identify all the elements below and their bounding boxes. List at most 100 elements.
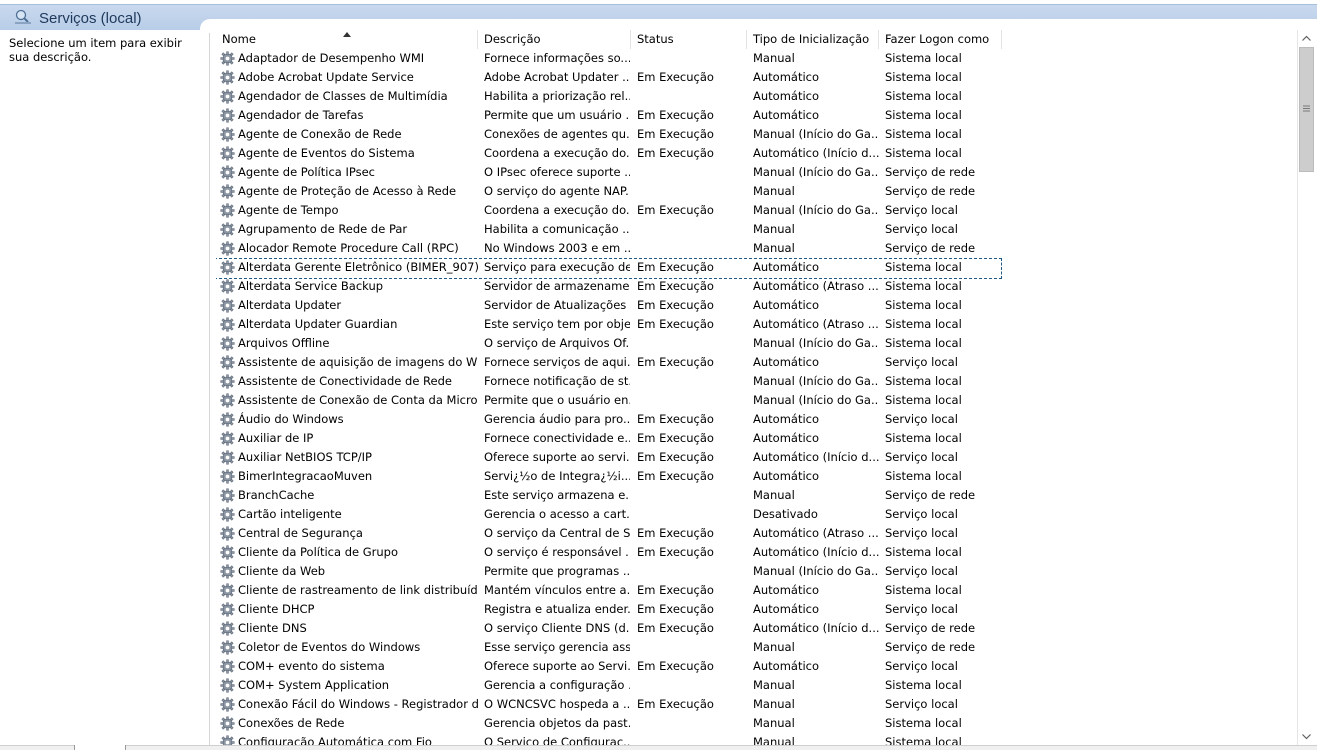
cell-description: Permite que programas ... — [484, 564, 630, 578]
cell-name: Assistente de Conectividade de Rede — [238, 374, 452, 388]
cell-description: Servi¿½o de Integra¿½i... — [484, 469, 630, 483]
cell-status: Em Execução — [637, 108, 714, 122]
cell-name: Assistente de aquisição de imagens do Wi… — [238, 355, 478, 369]
cell-status — [637, 220, 747, 239]
table-row[interactable]: Conexões de Rede Gerencia objetos da past… — [216, 714, 1297, 733]
table-row[interactable]: Cartão inteligente Gerencia o acesso a ca… — [216, 505, 1297, 524]
cell-description: Coordena a execução do... — [484, 203, 630, 217]
cell-name: Conexões de Rede — [238, 716, 345, 730]
cell-name: Assistente de Conexão de Conta da Micros… — [238, 393, 478, 407]
cell-logon-as: Sistema local — [885, 431, 962, 445]
cell-name: Agente de Proteção de Acesso à Rede — [238, 184, 457, 198]
cell-description: Gerencia o acesso a cart... — [484, 507, 630, 521]
column-header-startup-type[interactable]: Tipo de Inicialização — [747, 30, 879, 49]
table-row-focused[interactable]: Alterdata Gerente Eletrônico (BIMER_907)… — [216, 258, 1297, 279]
service-gear-icon — [220, 412, 235, 427]
table-row[interactable]: Alterdata Updater Servidor de Atualizaçõe… — [216, 296, 1297, 315]
scroll-down-arrow-icon[interactable] — [1298, 728, 1315, 745]
cell-logon-as: Serviço local — [885, 526, 958, 540]
service-gear-icon — [220, 393, 235, 408]
cell-description: Habilita a priorização rel... — [484, 89, 630, 103]
service-gear-icon — [220, 526, 235, 541]
cell-name: Alterdata Gerente Eletrônico (BIMER_907) — [238, 260, 478, 274]
table-row[interactable]: Agente de Proteção de Acesso à Rede O ser… — [216, 182, 1297, 201]
cell-name: Agente de Eventos do Sistema — [238, 146, 415, 160]
column-header-description[interactable]: Descrição — [478, 30, 631, 49]
cell-status: Em Execução — [637, 583, 714, 597]
cell-description: O IPsec oferece suporte ... — [484, 165, 630, 179]
table-row[interactable]: Assistente de Conexão de Conta da Micros… — [216, 391, 1297, 410]
scroll-up-arrow-icon[interactable] — [1298, 30, 1315, 47]
cell-name: Adaptador de Desempenho WMI — [238, 51, 425, 65]
table-row[interactable]: Agendador de Tarefas Permite que um usuár… — [216, 106, 1297, 125]
service-gear-icon — [220, 70, 235, 85]
column-header-logon-as[interactable]: Fazer Logon como — [879, 30, 1002, 49]
cell-name: Coletor de Eventos do Windows — [238, 640, 421, 654]
table-row[interactable]: Arquivos Offline O serviço de Arquivos Of… — [216, 334, 1297, 353]
table-row[interactable]: Cliente da Política de Grupo O serviço é … — [216, 543, 1297, 562]
table-row[interactable]: Configuração Automática com Fio O Serviço… — [216, 733, 1297, 745]
table-row[interactable]: Coletor de Eventos do Windows Esse serviç… — [216, 638, 1297, 657]
cell-logon-as: Serviço local — [885, 412, 958, 426]
cell-name: Cliente de rastreamento de link distribu… — [238, 583, 478, 597]
table-row[interactable]: Central de Segurança O serviço da Central… — [216, 524, 1297, 543]
cell-description: Habilita a comunicação ... — [484, 222, 630, 236]
table-row[interactable]: Agente de Eventos do Sistema Coordena a e… — [216, 144, 1297, 163]
table-row[interactable]: Áudio do Windows Gerencia áudio para pro.… — [216, 410, 1297, 429]
table-row[interactable]: Assistente de aquisição de imagens do Wi… — [216, 353, 1297, 372]
table-row[interactable]: BranchCache Este serviço armazena e... Man… — [216, 486, 1297, 505]
table-row[interactable]: Cliente da Web Permite que programas ... M… — [216, 562, 1297, 581]
cell-startup-type: Manual (Início do Ga... — [753, 165, 879, 179]
bottom-tab[interactable] — [74, 745, 126, 750]
cell-startup-type: Automático (Atraso ... — [753, 279, 879, 293]
table-row[interactable]: Alterdata Service Backup Servidor de arma… — [216, 277, 1297, 296]
cell-startup-type: Manual — [753, 678, 795, 692]
cell-name: Cliente DNS — [238, 621, 307, 635]
cell-name: Alterdata Service Backup — [238, 279, 384, 293]
table-row[interactable]: Adobe Acrobat Update Service Adobe Acroba… — [216, 68, 1297, 87]
cell-startup-type: Manual (Início do Ga... — [753, 336, 879, 350]
cell-name: Arquivos Offline — [238, 336, 330, 350]
services-list[interactable]: Nome Descrição Status Tipo de Inicializa… — [216, 30, 1297, 745]
table-row[interactable]: Adaptador de Desempenho WMI Fornece infor… — [216, 49, 1297, 68]
cell-name: Conexão Fácil do Windows - Registrador d… — [238, 697, 478, 711]
table-row[interactable]: Agendador de Classes de Multimídia Habili… — [216, 87, 1297, 106]
table-row[interactable]: Auxiliar NetBIOS TCP/IP Oferece suporte a… — [216, 448, 1297, 467]
service-gear-icon — [220, 355, 235, 370]
cell-status — [637, 182, 747, 201]
table-row[interactable]: Conexão Fácil do Windows - Registrador d… — [216, 695, 1297, 714]
cell-logon-as: Sistema local — [885, 51, 962, 65]
table-row[interactable]: Alocador Remote Procedure Call (RPC) No W… — [216, 239, 1297, 258]
service-gear-icon — [220, 488, 235, 503]
cell-startup-type: Manual — [753, 640, 795, 654]
column-header-status[interactable]: Status — [631, 30, 747, 49]
table-row[interactable]: COM+ evento do sistema Oferece suporte ao… — [216, 657, 1297, 676]
column-header-label: Descrição — [484, 32, 541, 46]
cell-description: Oferece suporte ao servi... — [484, 450, 630, 464]
cell-description: Serviço para execução de... — [484, 260, 630, 274]
service-gear-icon — [220, 469, 235, 484]
scrollbar-thumb[interactable] — [1299, 47, 1314, 172]
cell-status: Em Execução — [637, 431, 714, 445]
table-row[interactable]: Cliente DHCP Registra e atualiza ender...… — [216, 600, 1297, 619]
cell-logon-as: Serviço local — [885, 355, 958, 369]
table-row[interactable]: Alterdata Updater Guardian Este serviço t… — [216, 315, 1297, 334]
cell-description: Mantém vínculos entre a... — [484, 583, 630, 597]
table-row[interactable]: BimerIntegracaoMuven Servi¿½o de Integra¿… — [216, 467, 1297, 486]
table-row[interactable]: Auxiliar de IP Fornece conectividade e...… — [216, 429, 1297, 448]
table-row[interactable]: Assistente de Conectividade de Rede Forne… — [216, 372, 1297, 391]
table-row[interactable]: Cliente de rastreamento de link distribu… — [216, 581, 1297, 600]
service-gear-icon — [220, 507, 235, 522]
column-header-name[interactable]: Nome — [216, 30, 478, 49]
table-row[interactable]: Cliente DNS O serviço Cliente DNS (d... Em… — [216, 619, 1297, 638]
table-row[interactable]: Agente de Política IPsec O IPsec oferece … — [216, 163, 1297, 182]
table-row[interactable]: Agente de Conexão de Rede Conexões de age… — [216, 125, 1297, 144]
cell-status: Em Execução — [637, 70, 714, 84]
cell-logon-as: Sistema local — [885, 260, 962, 274]
table-row[interactable]: Agente de Tempo Coordena a execução do...… — [216, 201, 1297, 220]
table-row[interactable]: Agrupamento de Rede de Par Habilita a com… — [216, 220, 1297, 239]
vertical-scrollbar[interactable] — [1297, 30, 1314, 745]
cell-name: Auxiliar NetBIOS TCP/IP — [238, 450, 372, 464]
table-row[interactable]: COM+ System Application Gerencia a config… — [216, 676, 1297, 695]
cell-name: Auxiliar de IP — [238, 431, 314, 445]
